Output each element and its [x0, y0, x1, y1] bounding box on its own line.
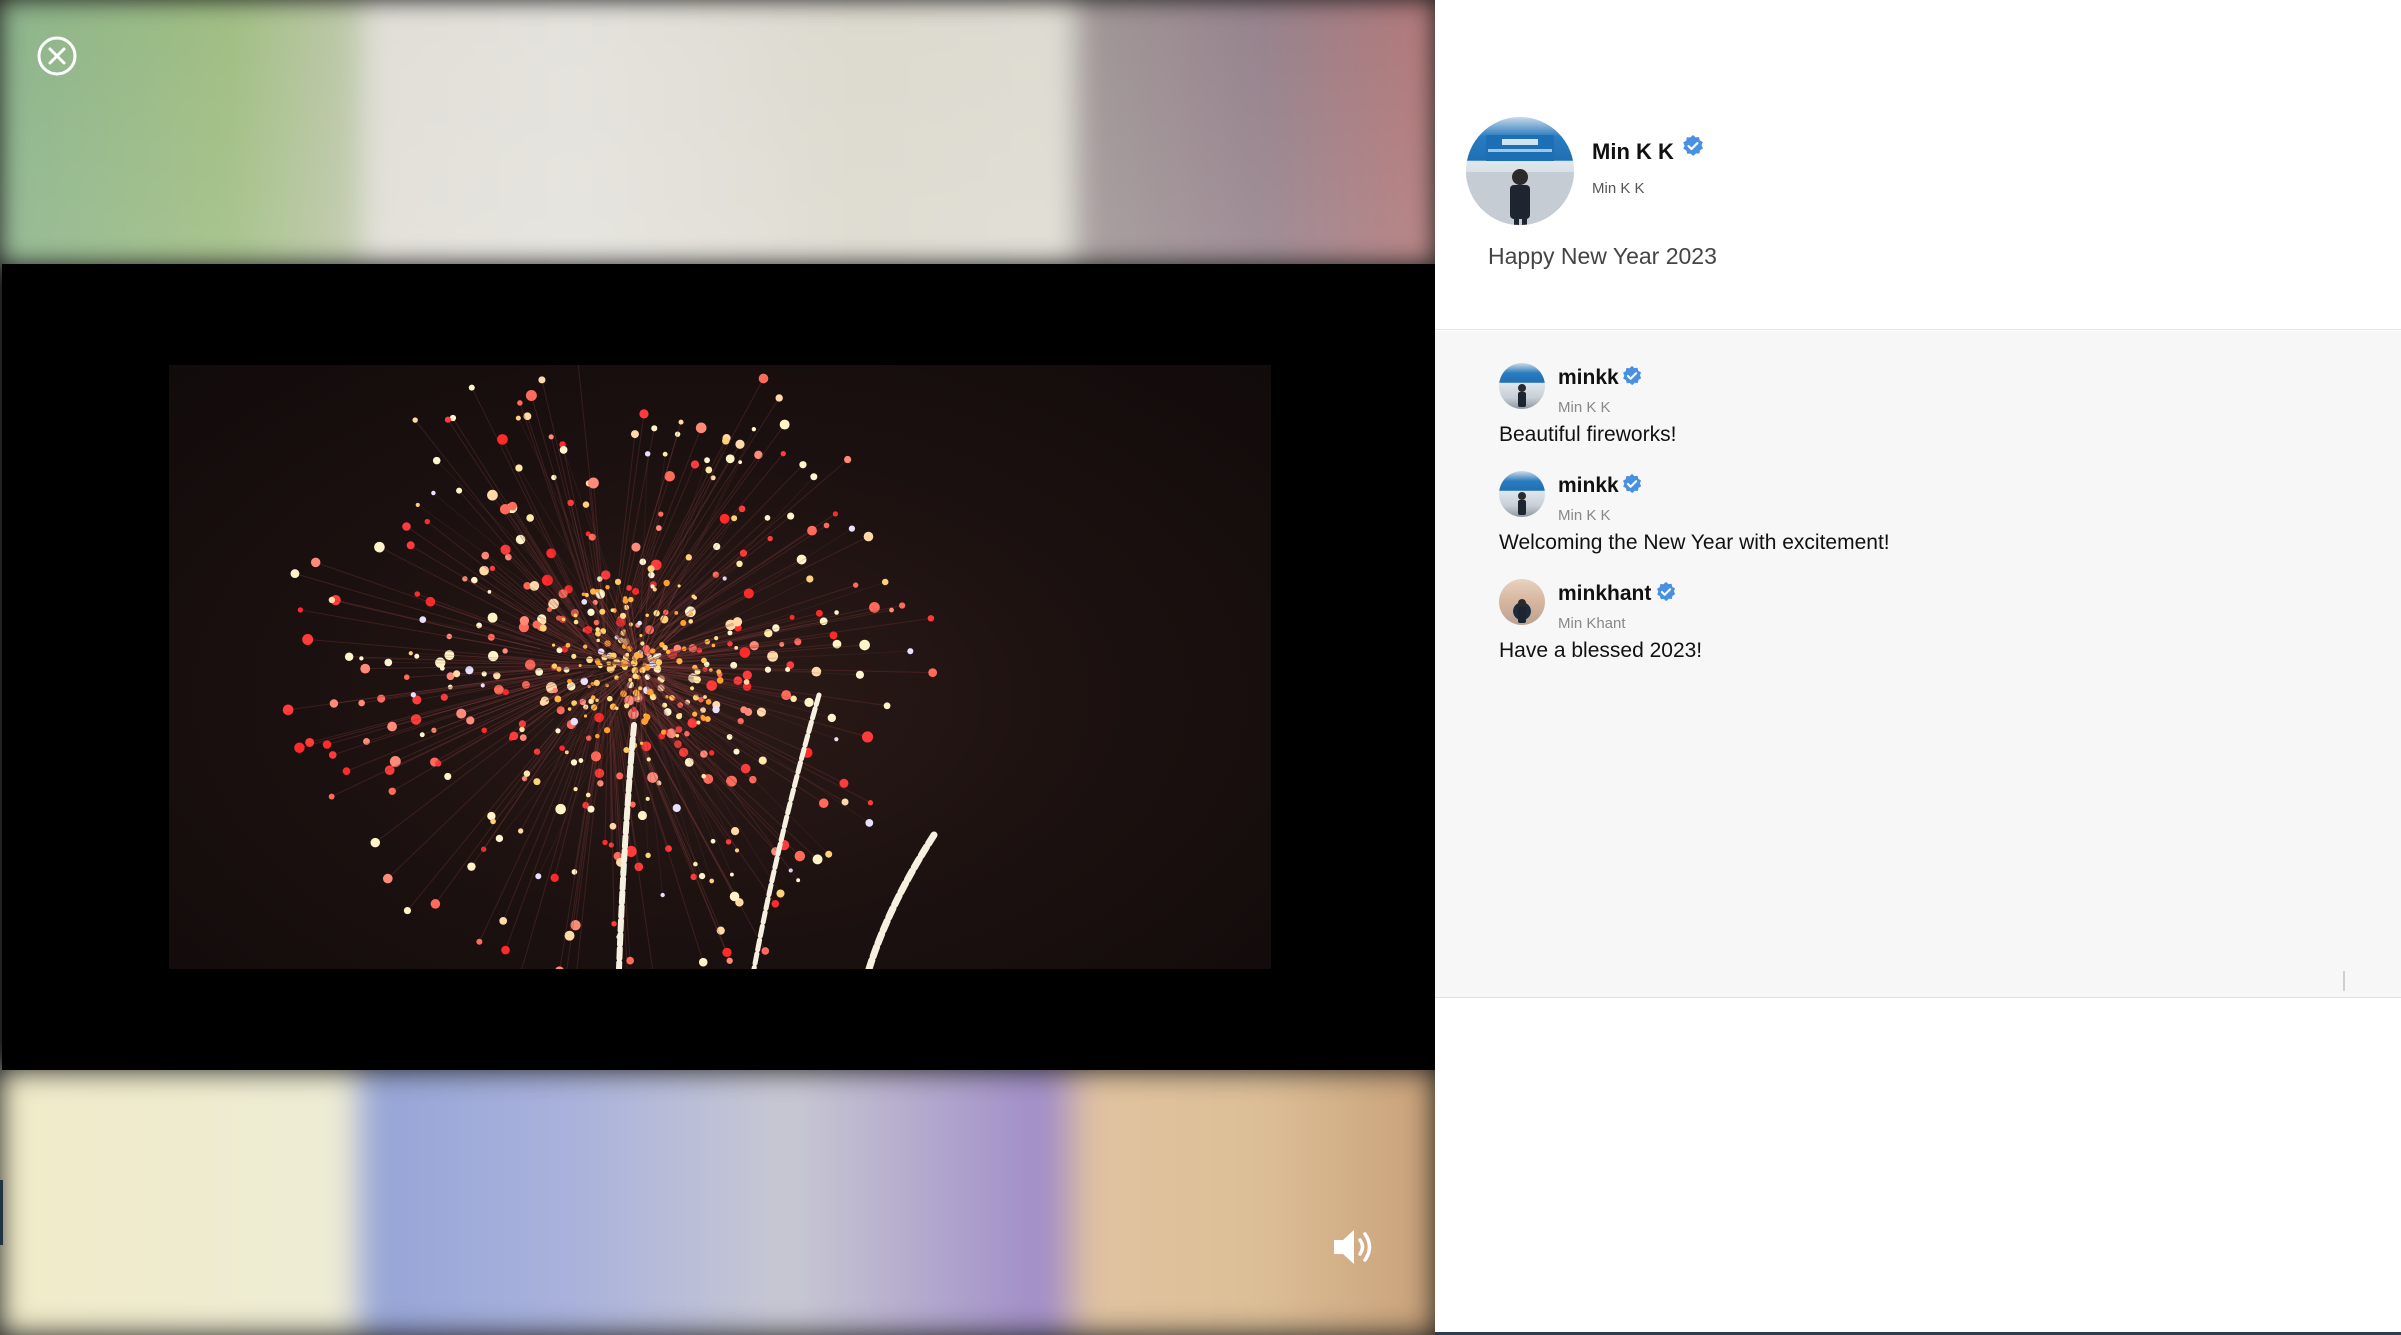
comment-item: minkhant Min Khant Have a blessed 2023!: [1499, 547, 2379, 662]
verified-badge-icon: [1623, 473, 1642, 494]
verified-badge-icon: [1623, 365, 1642, 386]
video-frame-fireworks: [169, 365, 1271, 969]
close-circle-icon: [37, 36, 77, 76]
fireworks-image: [282, 365, 938, 969]
scrollbar-thumb[interactable]: [2343, 971, 2345, 991]
firework-trails: [616, 692, 938, 969]
avatar-photo: [1518, 599, 1526, 623]
commenter-avatar[interactable]: [1499, 579, 1545, 625]
verified-badge-icon: [1683, 135, 1703, 156]
post-details-panel: Min K K Min K K Happy New Year 2023 mink…: [1435, 0, 2401, 1335]
avatar-photo: [1518, 384, 1526, 407]
blurred-background-bottom: [0, 1070, 1435, 1335]
commenter-name[interactable]: minkk: [1558, 366, 1619, 390]
author-avatar[interactable]: [1466, 117, 1574, 225]
firework-burst-gold: [359, 415, 914, 940]
volume-icon: [1334, 1230, 1372, 1264]
commenter-handle: Min K K: [1558, 507, 1611, 524]
commenter-name[interactable]: minkk: [1558, 474, 1619, 498]
commenter-name[interactable]: minkhant: [1558, 582, 1651, 606]
comments-list: minkk Min K K Beautiful fireworks! minkk…: [1435, 331, 2401, 998]
edge-strip: [0, 1180, 3, 1245]
avatar-photo: [1466, 135, 1574, 225]
commenter-handle: Min K K: [1558, 399, 1611, 416]
post-header: Min K K Min K K Happy New Year 2023: [1435, 0, 2401, 330]
comment-item: minkk Min K K Beautiful fireworks!: [1499, 331, 2379, 446]
blurred-background-top: [0, 0, 1435, 264]
comment-item: minkk Min K K Welcoming the New Year wit…: [1499, 439, 2379, 554]
video-player[interactable]: [2, 264, 1435, 1070]
author-name[interactable]: Min K K: [1592, 139, 1674, 165]
post-caption: Happy New Year 2023: [1488, 243, 1717, 269]
author-handle: Min K K: [1592, 180, 1645, 197]
volume-button[interactable]: [1330, 1225, 1380, 1269]
commenter-avatar[interactable]: [1499, 471, 1545, 517]
avatar-photo: [1518, 492, 1526, 515]
commenter-handle: Min Khant: [1558, 615, 1626, 632]
verified-badge-icon: [1657, 581, 1676, 602]
media-viewer: [0, 0, 1435, 1335]
close-button[interactable]: [36, 35, 78, 77]
commenter-avatar[interactable]: [1499, 363, 1545, 409]
comment-text: Have a blessed 2023!: [1499, 639, 1703, 662]
